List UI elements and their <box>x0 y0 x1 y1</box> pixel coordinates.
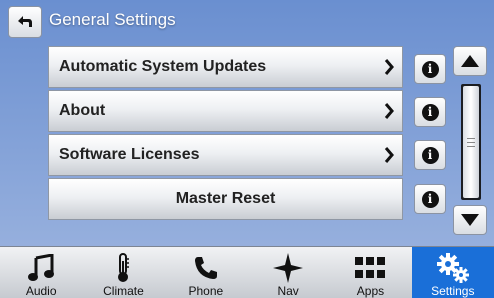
menu-item-master-reset[interactable]: Master Reset <box>48 178 403 220</box>
nav-tab-settings[interactable]: Settings <box>411 247 494 298</box>
scrollbar-thumb[interactable] <box>463 86 479 198</box>
nav-tab-label: Nav <box>277 284 299 298</box>
menu-item-label: Master Reset <box>175 190 276 207</box>
menu-item-automatic-system-updates[interactable]: Automatic System Updates <box>48 46 403 88</box>
nav-tab-label: Settings <box>431 284 475 298</box>
info-icon: i <box>421 146 439 164</box>
nav-tab-apps[interactable]: Apps <box>329 247 411 298</box>
nav-tab-label: Apps <box>356 284 385 298</box>
gears-icon <box>436 253 469 283</box>
info-icon: i <box>421 103 439 121</box>
nav-tab-label: Climate <box>103 284 144 298</box>
menu-item-label: Automatic System Updates <box>59 58 267 75</box>
nav-tab-climate[interactable]: Climate <box>82 247 164 298</box>
apps-grid-icon <box>355 253 386 283</box>
menu-item-label: About <box>59 102 106 119</box>
nav-tab-label: Phone <box>188 284 224 298</box>
back-button[interactable] <box>8 6 42 38</box>
info-button-software-licenses[interactable]: i <box>414 140 446 170</box>
grip-icon <box>467 137 475 147</box>
phone-icon <box>193 253 219 283</box>
chevron-right-icon <box>384 59 394 75</box>
info-icon: i <box>421 60 439 78</box>
menu-item-label: Software Licenses <box>59 146 200 163</box>
music-note-icon <box>28 253 55 283</box>
info-button-about[interactable]: i <box>414 97 446 127</box>
scroll-up-button[interactable] <box>453 46 487 76</box>
nav-tab-nav[interactable]: Nav <box>247 247 329 298</box>
info-button-automatic-system-updates[interactable]: i <box>414 54 446 84</box>
info-icon: i <box>421 190 439 208</box>
chevron-right-icon <box>384 103 394 119</box>
scroll-down-button[interactable] <box>453 205 487 235</box>
back-arrow-icon <box>18 16 32 27</box>
nav-tab-label: Audio <box>25 284 57 298</box>
triangle-up-icon <box>461 55 479 67</box>
menu-item-about[interactable]: About <box>48 90 403 132</box>
bottom-nav-bar: Audio Climate Phone Nav Apps Settings <box>0 246 494 298</box>
nav-tab-phone[interactable]: Phone <box>165 247 247 298</box>
compass-star-icon <box>273 253 304 283</box>
page-title: General Settings <box>49 10 176 29</box>
triangle-down-icon <box>461 214 479 226</box>
menu-item-software-licenses[interactable]: Software Licenses <box>48 134 403 176</box>
info-button-master-reset[interactable]: i <box>414 184 446 214</box>
nav-tab-audio[interactable]: Audio <box>0 247 82 298</box>
thermometer-icon <box>116 253 130 283</box>
scrollbar-track[interactable] <box>461 84 481 200</box>
chevron-right-icon <box>384 147 394 163</box>
settings-list: Automatic System Updates About Software … <box>48 46 403 222</box>
